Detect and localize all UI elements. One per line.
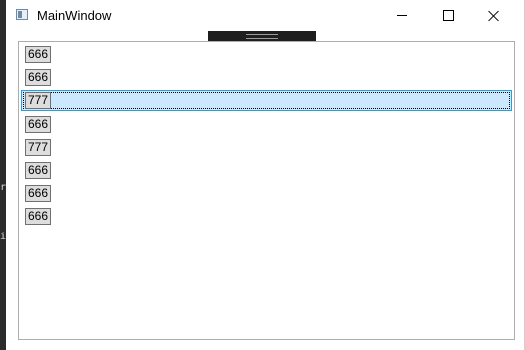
minimize-button[interactable] xyxy=(379,0,425,31)
minimize-icon xyxy=(397,15,407,16)
list-item[interactable]: 777 xyxy=(21,137,512,158)
item-listbox[interactable]: 666 666 777 666 777 666 666 666 xyxy=(18,41,515,340)
list-item[interactable]: 666 xyxy=(21,160,512,181)
item-button[interactable]: 666 xyxy=(25,185,52,202)
window-title: MainWindow xyxy=(37,8,112,23)
item-button[interactable]: 666 xyxy=(25,116,52,133)
grip-icon xyxy=(246,34,278,39)
list-item[interactable]: 666 xyxy=(21,206,512,227)
title-bar[interactable]: MainWindow xyxy=(6,0,524,31)
app-window-icon xyxy=(16,9,28,20)
list-item[interactable]: 666 xyxy=(21,183,512,204)
maximize-button[interactable] xyxy=(425,0,471,31)
item-button[interactable]: 666 xyxy=(25,46,52,63)
maximize-icon xyxy=(442,10,454,21)
list-item[interactable]: 666 xyxy=(21,67,512,88)
close-button[interactable] xyxy=(471,0,517,31)
item-button[interactable]: 777 xyxy=(25,139,52,156)
item-button[interactable]: 666 xyxy=(25,208,52,225)
list-item[interactable]: 666 xyxy=(21,44,512,65)
list-item-selected[interactable]: 777 xyxy=(21,90,512,111)
list-item[interactable]: 666 xyxy=(21,114,512,135)
main-window: MainWindow 666 666 777 666 777 666 666 6… xyxy=(6,0,525,350)
item-button[interactable]: 777 xyxy=(25,92,52,109)
item-button[interactable]: 666 xyxy=(25,162,52,179)
focus-rectangle xyxy=(23,92,510,109)
close-icon xyxy=(488,10,500,22)
item-button[interactable]: 666 xyxy=(25,69,52,86)
